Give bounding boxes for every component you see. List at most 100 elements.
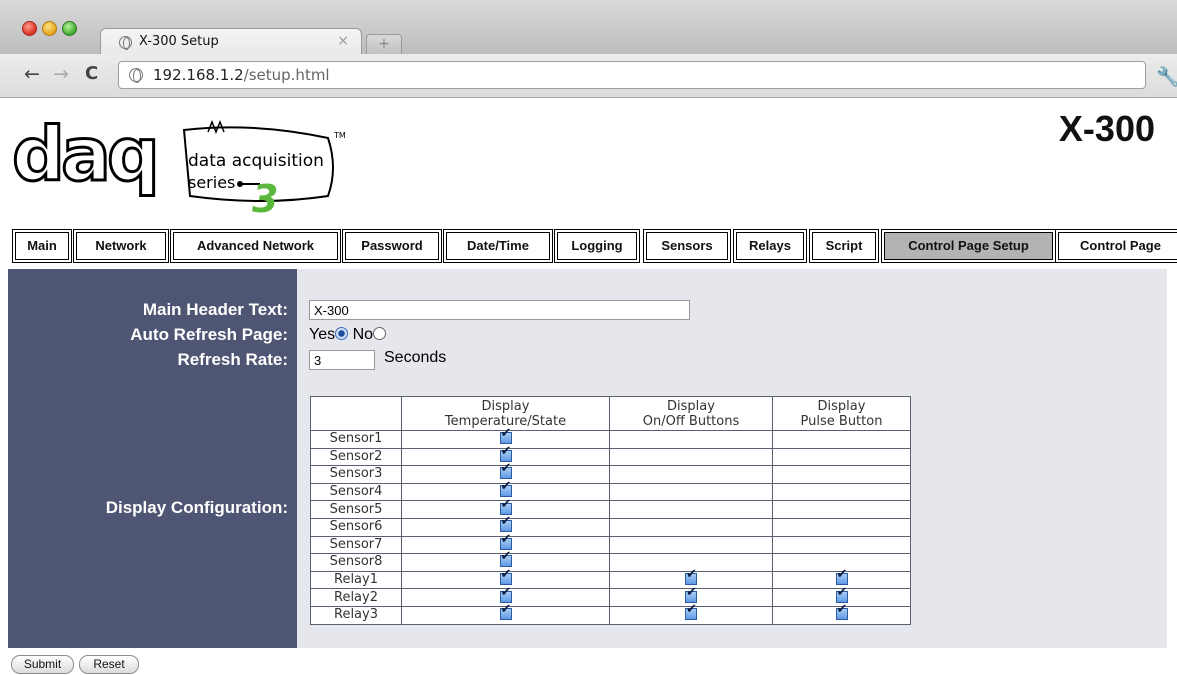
cell-pulse [772, 535, 911, 555]
display-config-label: Display Configuration: [105, 498, 288, 517]
checkbox-checked-icon[interactable] [499, 586, 512, 603]
table-row: Sensor7 [310, 533, 911, 555]
checkbox-checked-icon[interactable] [499, 515, 512, 533]
row-name: Sensor8 [310, 553, 402, 572]
row-name: Sensor4 [310, 482, 402, 502]
forward-arrow-icon[interactable]: → [53, 64, 69, 84]
refresh-rate-unit: Seconds [384, 349, 447, 366]
table-row: Relay1 [310, 568, 911, 590]
nav-tab-control-page-setup[interactable]: Control Page Setup [881, 229, 1056, 263]
checkbox-checked-icon[interactable] [499, 568, 512, 586]
logo-line1: data acquisition [188, 151, 324, 171]
zoom-window-button[interactable] [62, 21, 77, 36]
browser-tab[interactable]: X-300 Setup × [100, 28, 362, 56]
table-header-row: Display Temperature/State Display On/Off … [310, 396, 911, 431]
row-name: Relay2 [310, 588, 402, 607]
logo-word: daq [12, 112, 156, 198]
refresh-rate-label: Refresh Rate: [177, 350, 288, 369]
wrench-icon[interactable]: 🔧 [1156, 65, 1177, 88]
checkbox-checked-icon[interactable] [685, 568, 697, 586]
table-row: Relay2 [310, 586, 911, 607]
cell-onoff [609, 500, 773, 519]
nav-tab-script[interactable]: Script [809, 229, 879, 263]
row-name: Sensor2 [310, 447, 402, 467]
checkbox-checked-icon[interactable] [835, 586, 848, 603]
auto-refresh-options: Yes No [309, 326, 387, 344]
checkbox-checked-icon[interactable] [499, 603, 512, 621]
checkbox-checked-icon[interactable] [499, 550, 512, 568]
cell-onoff [609, 517, 773, 537]
url-host: 192.168.1.2 [153, 66, 244, 84]
logo-tm: TM [333, 131, 346, 140]
refresh-no-radio[interactable] [373, 327, 387, 340]
cell-onoff [609, 430, 773, 449]
new-tab-button[interactable]: + [366, 34, 402, 54]
close-window-button[interactable] [22, 21, 37, 36]
nav-tab-network[interactable]: Network [73, 229, 169, 263]
cell-onoff [609, 465, 773, 484]
checkbox-checked-icon[interactable] [499, 427, 512, 445]
nav-tab-logging[interactable]: Logging [554, 229, 640, 263]
table-row: Relay3 [310, 603, 911, 625]
nav-tab-main[interactable]: Main [12, 229, 72, 263]
nav-tab-password[interactable]: Password [342, 229, 442, 263]
checkbox-checked-icon[interactable] [685, 586, 697, 603]
table-row: Sensor2 [310, 445, 911, 467]
refresh-no-label: No [352, 326, 374, 343]
checkbox-checked-icon[interactable] [499, 445, 512, 462]
globe-icon [119, 36, 132, 49]
globe-icon [129, 68, 143, 83]
reload-icon[interactable]: C [85, 64, 98, 84]
address-bar[interactable]: 192.168.1.2/setup.html [118, 61, 1146, 89]
checkbox-checked-icon[interactable] [499, 480, 512, 498]
display-config-table: Display Temperature/State Display On/Off … [310, 396, 911, 625]
checkbox-checked-icon[interactable] [499, 498, 512, 515]
nav-tab-relays[interactable]: Relays [733, 229, 807, 263]
submit-button[interactable]: Submit [11, 655, 74, 674]
cell-onoff [609, 535, 773, 555]
row-name: Sensor3 [310, 465, 402, 484]
checkbox-checked-icon[interactable] [835, 603, 848, 621]
row-name: Relay1 [310, 570, 402, 590]
refresh-yes-radio[interactable] [335, 327, 349, 340]
nav-tab-date-time[interactable]: Date/Time [443, 229, 553, 263]
main-header-label: Main Header Text: [142, 300, 288, 319]
column-header: Display On/Off Buttons [609, 396, 773, 431]
nav-tab-sensors[interactable]: Sensors [643, 229, 731, 263]
main-header-input[interactable] [309, 300, 690, 320]
tab-title: X-300 Setup [139, 34, 219, 49]
row-name: Relay3 [310, 605, 402, 625]
refresh-rate-input[interactable] [309, 350, 375, 370]
cell-onoff [609, 603, 773, 625]
product-name: X-300 [1058, 108, 1155, 149]
cell-pulse [772, 500, 911, 519]
nav-tab-advanced-network[interactable]: Advanced Network [170, 229, 341, 263]
checkbox-checked-icon[interactable] [499, 462, 512, 480]
auto-refresh-label: Auto Refresh Page: [130, 325, 288, 344]
row-name: Sensor6 [310, 517, 402, 537]
cell-pulse [772, 482, 911, 502]
row-name: Sensor1 [310, 430, 402, 449]
daq-logo: daq data acquisition series 3 TM [12, 111, 346, 219]
back-arrow-icon[interactable]: ← [24, 64, 40, 84]
reset-button[interactable]: Reset [79, 655, 139, 674]
cell-pulse [772, 603, 911, 625]
row-name: Sensor5 [310, 500, 402, 519]
close-tab-icon[interactable]: × [337, 33, 349, 49]
checkbox-checked-icon[interactable] [499, 533, 512, 550]
table-row: Sensor6 [310, 515, 911, 537]
cell-onoff [609, 482, 773, 502]
checkbox-checked-icon[interactable] [835, 568, 848, 586]
table-row: Sensor4 [310, 480, 911, 502]
table-row: Sensor5 [310, 498, 911, 519]
column-header [310, 396, 402, 431]
table-row: Sensor3 [310, 462, 911, 484]
browser-tab-strip: X-300 Setup × + [0, 0, 1177, 56]
row-name: Sensor7 [310, 535, 402, 555]
minimize-window-button[interactable] [42, 21, 57, 36]
table-row: Sensor1 [310, 427, 911, 449]
nav-tab-control-page[interactable]: Control Page [1055, 229, 1177, 263]
cell-pulse [772, 465, 911, 484]
checkbox-checked-icon[interactable] [685, 603, 697, 621]
cell-onoff [609, 447, 773, 467]
